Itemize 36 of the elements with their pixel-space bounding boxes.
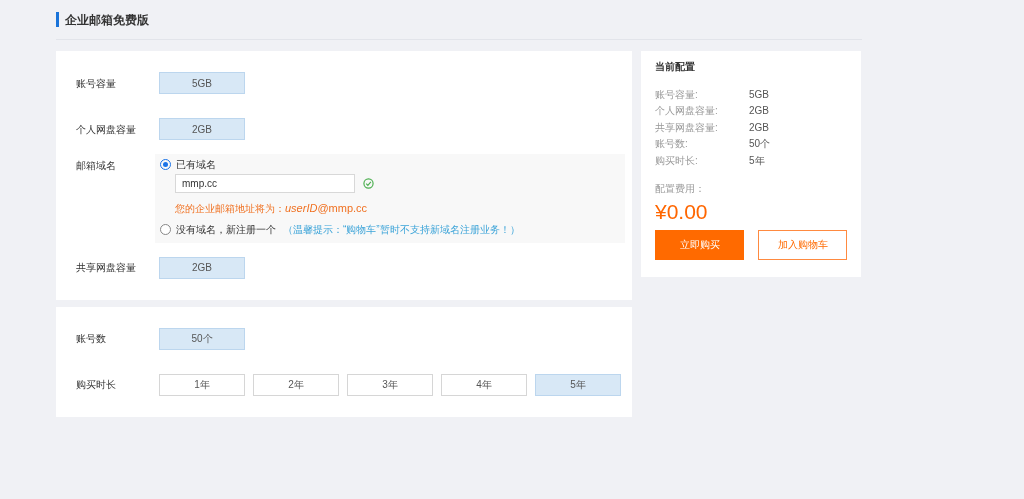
- address-label: 您的企业邮箱地址将为：: [175, 202, 285, 216]
- summary-label: 个人网盘容量:: [655, 104, 719, 119]
- summary-title: 当前配置: [655, 60, 696, 74]
- field-label: 邮箱域名: [76, 159, 117, 173]
- option-button[interactable]: 3年: [347, 373, 433, 396]
- radio-button[interactable]: [160, 224, 171, 235]
- option-button[interactable]: 5GB: [159, 72, 245, 94]
- hint-text: （温馨提示：“购物车”暂时不支持新域名注册业务！）: [283, 223, 520, 237]
- summary-value: 5GB: [749, 87, 769, 102]
- option-button[interactable]: 2GB: [159, 256, 245, 279]
- price-text: ¥0.00: [655, 198, 709, 225]
- summary-label: 共享网盘容量:: [655, 120, 719, 135]
- summary-value: 2GB: [749, 104, 769, 119]
- option-button[interactable]: 50个: [159, 327, 245, 350]
- option-button[interactable]: 2GB: [159, 118, 245, 140]
- email-address: userID@mmp.cc: [285, 201, 368, 216]
- option-button[interactable]: 2年: [253, 373, 339, 396]
- summary-value: 50个: [749, 137, 771, 152]
- option-button[interactable]: 4年: [441, 373, 527, 396]
- field-label: 账号数: [76, 332, 107, 346]
- radio-label: 没有域名，新注册一个: [176, 223, 276, 237]
- radio-label: 已有域名: [176, 157, 216, 172]
- field-label: 个人网盘容量: [76, 122, 137, 137]
- field-label: 共享网盘容量: [76, 261, 137, 275]
- page-title: 企业邮箱免费版: [65, 11, 149, 29]
- domain-input[interactable]: mmp.cc: [175, 174, 355, 193]
- cost-label: 配置费用：: [655, 181, 706, 196]
- summary-label: 购买时长:: [655, 153, 699, 168]
- option-button[interactable]: 1年: [159, 373, 245, 396]
- summary-value: 2GB: [749, 120, 769, 135]
- option-button[interactable]: 5年: [535, 373, 621, 396]
- field-label: 购买时长: [76, 378, 117, 392]
- summary-label: 账号数:: [655, 137, 689, 152]
- field-label: 账号容量: [76, 76, 117, 91]
- summary-label: 账号容量:: [655, 87, 699, 102]
- summary-value: 5年: [749, 153, 765, 168]
